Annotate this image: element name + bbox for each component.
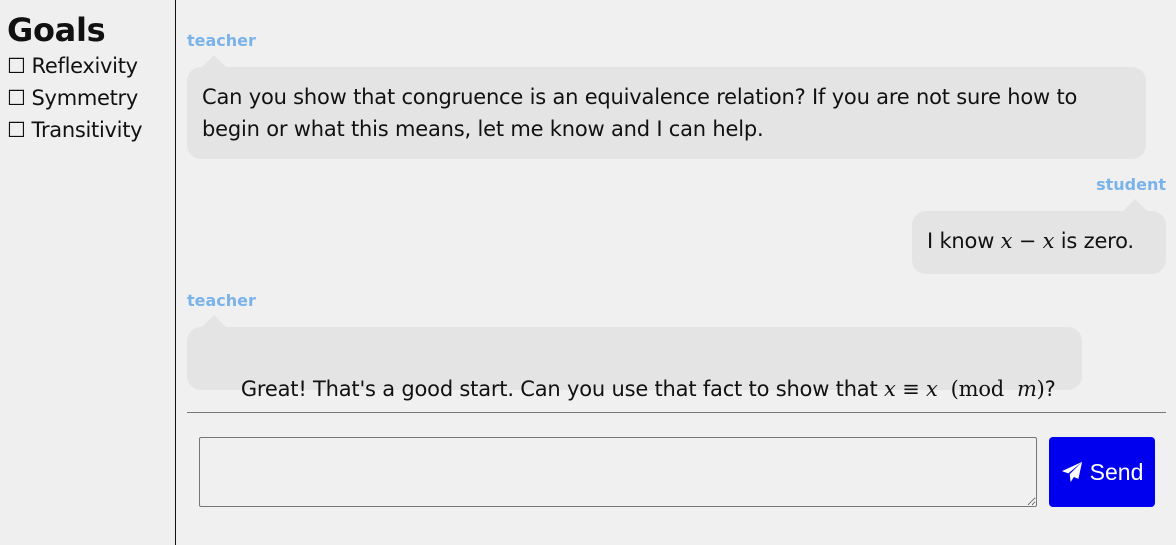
message-text: Can you show that congruence is an equiv… (202, 85, 1078, 141)
math-operator: ≡ (895, 377, 926, 401)
math-variable: m (1016, 377, 1037, 401)
composer-divider (187, 412, 1166, 413)
send-button[interactable]: Send (1049, 437, 1155, 507)
message-text: I know (927, 229, 1001, 253)
math-paren: ) (1036, 377, 1045, 401)
goals-sidebar: Goals ☐ Reflexivity ☐ Symmetry ☐ Transit… (0, 0, 176, 545)
checkbox-icon[interactable]: ☐ (7, 114, 26, 146)
goal-item-reflexivity[interactable]: ☐ Reflexivity (7, 50, 175, 82)
goal-item-transitivity[interactable]: ☐ Transitivity (7, 114, 175, 146)
math-variable: x (883, 377, 896, 401)
math-variable: x (926, 377, 938, 401)
message-text: ? (1044, 377, 1056, 401)
chat-message: student I know x − x is zero. (912, 175, 1166, 274)
goal-label: Reflexivity (31, 54, 139, 78)
math-operator: − (1012, 229, 1043, 253)
checkbox-icon[interactable]: ☐ (7, 50, 26, 82)
math-variable: x (1042, 229, 1055, 253)
message-bubble: Great! That's a good start. Can you use … (187, 315, 1082, 401)
chat-message: teacher Great! That's a good start. Can … (187, 291, 1082, 401)
message-text: Great! That's a good start. Can you use … (240, 377, 884, 401)
message-bubble: Can you show that congruence is an equiv… (187, 55, 1146, 159)
goals-title: Goals (7, 11, 106, 49)
chat-message: teacher Can you show that congruence is … (187, 31, 1146, 159)
sender-label: student (1096, 175, 1166, 194)
math-mod: (mod (937, 377, 1017, 401)
goal-label: Transitivity (31, 118, 143, 142)
goal-label: Symmetry (31, 86, 139, 110)
message-input[interactable] (199, 437, 1037, 507)
checkbox-icon[interactable]: ☐ (7, 82, 26, 114)
math-variable: x (1000, 229, 1013, 253)
sender-label: teacher (187, 291, 256, 310)
message-text: is zero. (1054, 229, 1134, 253)
send-label: Send (1089, 458, 1144, 485)
message-bubble: I know x − x is zero. (912, 199, 1166, 274)
paper-plane-icon (1061, 461, 1082, 483)
goal-item-symmetry[interactable]: ☐ Symmetry (7, 82, 175, 114)
sender-label: teacher (187, 31, 256, 50)
